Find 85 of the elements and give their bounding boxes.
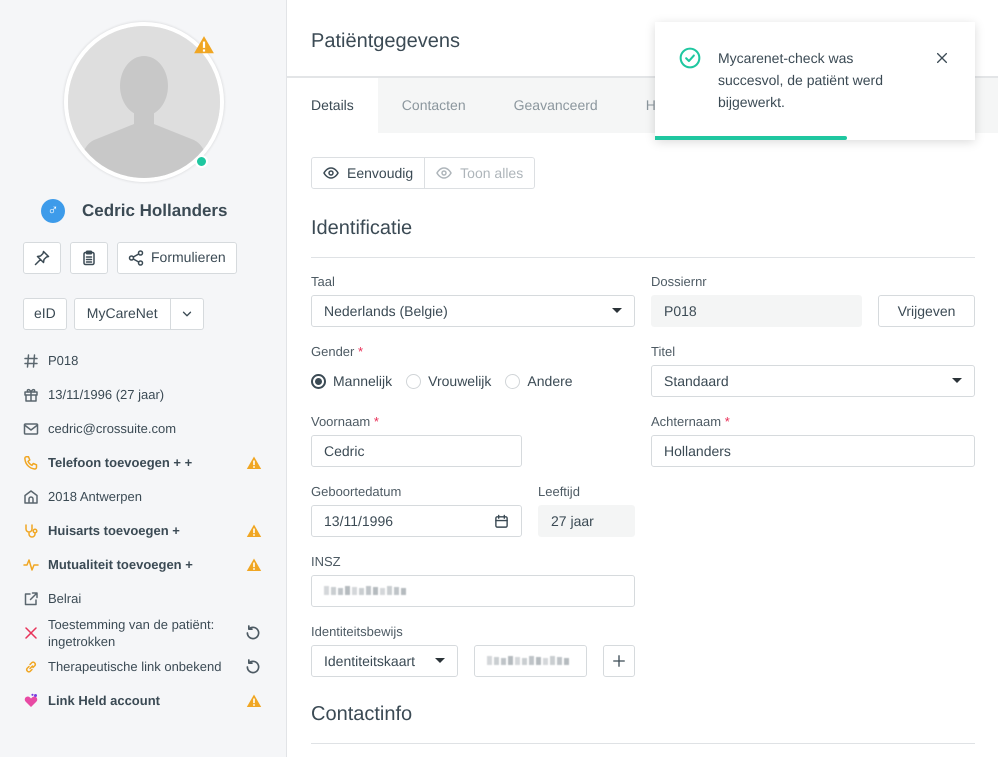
date-field[interactable]: 13/11/1996: [311, 505, 522, 537]
warning-icon: [246, 454, 262, 470]
home-icon: [23, 488, 39, 504]
required-asterisk: *: [374, 414, 379, 429]
link-icon: [23, 658, 39, 674]
warning-icon: [246, 556, 262, 572]
radio-option[interactable]: Mannelijk: [311, 365, 392, 397]
pulse-icon: [23, 556, 39, 572]
info-item: Mutualiteit toevoegen +: [47, 556, 194, 573]
field-label: Taal: [311, 273, 336, 289]
info-item: 2018 Antwerpen: [47, 488, 143, 505]
patient-name: Cedric Hollanders: [82, 200, 228, 222]
clipboard-button[interactable]: [70, 242, 108, 274]
info-item: Toestemming van de patiënt: ingetrokken: [47, 616, 216, 650]
hash-icon: [23, 352, 39, 368]
gift-icon: [23, 386, 39, 402]
radio-option[interactable]: Vrouwelijk: [406, 365, 492, 397]
info-item: Telefoon toevoegen + +: [47, 454, 194, 471]
view-toggle-button[interactable]: Eenvoudig: [311, 157, 426, 189]
field-label: Geboortedatum: [311, 483, 402, 499]
field-label: Identiteitsbewijs: [311, 623, 404, 639]
close-button[interactable]: [935, 51, 949, 65]
info-item: Therapeutische link onbekend: [47, 658, 222, 675]
info-item: Link Held account: [47, 692, 161, 709]
pin-button[interactable]: [23, 242, 61, 274]
info-item: Belrai: [47, 590, 82, 607]
page-title: Patiëntgegevens: [311, 30, 460, 52]
field-label: Titel: [651, 343, 676, 359]
add-button[interactable]: [603, 645, 635, 677]
tab[interactable]: Details: [287, 78, 378, 133]
info-item: 13/11/1996 (27 jaar): [47, 386, 166, 403]
section-heading: Identificatie: [311, 213, 975, 258]
radio-button[interactable]: [311, 374, 326, 388]
stethoscope-icon: [23, 522, 39, 538]
select-field[interactable]: Nederlands (Belgie): [311, 295, 635, 327]
required-asterisk: *: [724, 414, 730, 429]
warning-icon: [246, 522, 262, 538]
info-item: P018: [47, 352, 80, 369]
refresh-button[interactable]: [244, 624, 262, 642]
field-label: INSZ: [311, 553, 342, 569]
field-label: Achternaam *: [651, 413, 731, 429]
caret-icon: [952, 378, 962, 384]
required-asterisk: *: [358, 344, 364, 359]
toast-message: Mycarenet-check was succesvol, de patiënt werd bijgewerkt.: [718, 49, 884, 112]
field-label: Leeftijd: [538, 483, 581, 499]
external-link-icon: [23, 590, 39, 606]
refresh-icon: [244, 624, 262, 642]
plus-icon: [612, 654, 626, 668]
pin-icon: [34, 250, 50, 266]
refresh-button[interactable]: [244, 658, 262, 676]
phone-icon: [23, 454, 39, 470]
radio-option[interactable]: Andere: [505, 365, 573, 397]
mycarenet-button[interactable]: MyCareNet: [74, 298, 171, 330]
eye-icon: [323, 165, 339, 181]
share-icon: [128, 250, 144, 266]
input-field[interactable]: Hollanders: [651, 435, 975, 467]
gender-icon: ♂: [41, 198, 65, 223]
readonly-field[interactable]: P018: [651, 295, 862, 327]
refresh-icon: [244, 658, 262, 676]
check-circle-icon: [679, 47, 701, 69]
warning-icon: [246, 692, 262, 708]
cross-icon: [23, 624, 39, 640]
input-field[interactable]: [474, 645, 587, 677]
close-icon: [935, 51, 949, 65]
field-label: Gender *: [311, 343, 364, 359]
field-label: Voornaam *: [311, 413, 380, 429]
section-heading: Contactinfo: [311, 699, 975, 744]
info-item: cedric@crossuite.com: [47, 420, 178, 437]
caret-icon: [612, 308, 622, 314]
forms-button[interactable]: Formulieren: [117, 242, 237, 274]
input-field[interactable]: [311, 575, 635, 607]
input-field[interactable]: Cedric: [311, 435, 522, 467]
eye-icon: [436, 165, 452, 181]
calendar-icon: [494, 514, 509, 528]
heart-icon: [23, 692, 39, 708]
eid-button[interactable]: eID: [23, 298, 67, 330]
select-field[interactable]: Identiteitskaart: [311, 645, 458, 677]
select-field[interactable]: Standaard: [651, 365, 975, 397]
clipboard-icon: [81, 250, 97, 266]
caret-icon: [435, 658, 446, 664]
field-label: Dossiernr: [651, 273, 708, 289]
mail-icon: [23, 420, 39, 436]
release-button[interactable]: Vrijgeven: [878, 295, 975, 327]
info-item: Huisarts toevoegen +: [47, 522, 181, 539]
readonly-field[interactable]: 27 jaar: [538, 505, 635, 537]
